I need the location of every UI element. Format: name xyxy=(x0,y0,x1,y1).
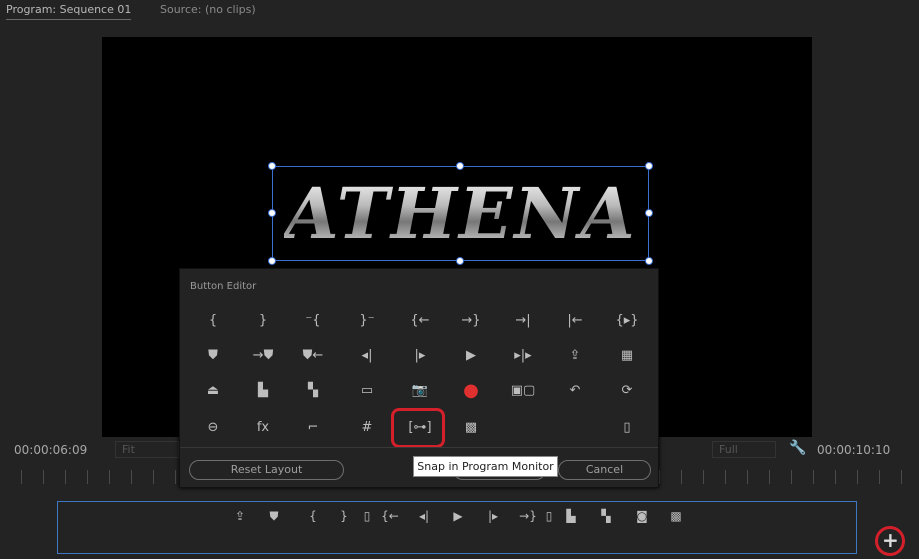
tab-source[interactable]: Source: (no clips) xyxy=(160,3,256,16)
export-icon[interactable]: ⇪ xyxy=(560,345,590,367)
duration-timecode: 00:00:10:10 xyxy=(817,443,891,457)
camera-icon[interactable]: 📷 xyxy=(405,380,435,402)
handle[interactable] xyxy=(645,257,653,265)
insert-icon[interactable]: ▙ xyxy=(558,506,584,526)
comparison-view-icon[interactable]: ▩ xyxy=(456,417,486,439)
add-marker-icon[interactable]: ⛊ xyxy=(261,506,287,526)
play-icon[interactable]: ▶ xyxy=(445,506,471,526)
playhead-timecode[interactable]: 00:00:06:09 xyxy=(14,443,87,457)
go-to-next-marker-icon[interactable]: →⛊ xyxy=(248,345,278,367)
guides-icon[interactable]: # xyxy=(352,417,382,439)
step-forward-icon[interactable]: |▸ xyxy=(480,506,506,526)
handle[interactable] xyxy=(645,209,653,217)
overwrite-icon[interactable]: ▚ xyxy=(593,506,619,526)
vr-video-icon[interactable]: ⊖ xyxy=(198,417,228,439)
zoom-select[interactable]: Fit xyxy=(115,441,179,458)
loop-icon[interactable]: ↶ xyxy=(560,380,590,402)
play-icon[interactable]: ▶ xyxy=(456,345,486,367)
comparison-view-icon[interactable]: ▩ xyxy=(663,506,689,526)
add-marker-icon[interactable]: ⛊ xyxy=(198,345,228,367)
handle[interactable] xyxy=(268,209,276,217)
step-back-icon[interactable]: ◂| xyxy=(352,345,382,367)
handle[interactable] xyxy=(645,162,653,170)
tooltip: Snap in Program Monitor xyxy=(413,456,558,477)
quality-select[interactable]: Full xyxy=(712,441,776,458)
play-in-to-out-icon[interactable]: {▸} xyxy=(612,310,642,332)
insert-icon[interactable]: ▦ xyxy=(612,345,642,367)
go-to-next-edit-icon[interactable]: →| xyxy=(508,310,538,332)
record-icon[interactable]: ● xyxy=(456,380,486,402)
title-text-selection[interactable]: ATHENA xyxy=(272,166,649,261)
handle[interactable] xyxy=(268,162,276,170)
safe-margins-icon[interactable]: ▭ xyxy=(352,380,382,402)
mark-in-icon[interactable]: { xyxy=(198,310,228,332)
add-button[interactable]: + xyxy=(882,528,899,552)
button-editor-dialog: Button Editor {} ⁻{ }⁻ {← →} →| |← {▸} ⛊ →⛊ ⛊← ◂| |▸… xyxy=(179,268,659,488)
rulers-icon[interactable]: ⌐ xyxy=(298,417,328,439)
handle[interactable] xyxy=(268,257,276,265)
mark-in-icon[interactable]: { xyxy=(300,506,326,526)
go-to-in-icon[interactable]: {← xyxy=(377,506,403,526)
multi-camera-icon[interactable]: ▣▢ xyxy=(508,380,538,402)
toggle-proxies-icon[interactable]: ⟳ xyxy=(612,380,642,402)
go-to-prev-edit-icon[interactable]: |← xyxy=(560,310,590,332)
wrench-icon[interactable]: 🔧 xyxy=(789,440,806,456)
divider xyxy=(180,447,658,448)
step-back-icon[interactable]: ◂| xyxy=(411,506,437,526)
go-to-out-icon[interactable]: →} xyxy=(456,310,486,332)
step-forward-icon[interactable]: |▸ xyxy=(405,345,435,367)
handle[interactable] xyxy=(456,257,464,265)
reset-layout-button[interactable]: Reset Layout xyxy=(189,460,344,480)
overwrite-icon[interactable]: ▚ xyxy=(298,380,328,402)
cancel-button[interactable]: Cancel xyxy=(558,460,651,480)
spacer-icon[interactable]: ▯ xyxy=(612,417,642,439)
button-bar: ⇪ ⛊{} ▯ {← ◂| ▶ |▸ →} ▯ ▙ ▚ ◙ ▩ xyxy=(57,501,857,554)
annotation-box xyxy=(391,408,445,448)
clear-out-icon[interactable]: }⁻ xyxy=(352,310,382,332)
lift-icon[interactable]: ⏏ xyxy=(198,380,228,402)
go-to-in-icon[interactable]: {← xyxy=(405,310,435,332)
handle[interactable] xyxy=(456,162,464,170)
mark-out-icon[interactable]: } xyxy=(248,310,278,332)
fx-icon[interactable]: fx xyxy=(248,417,278,439)
dialog-title: Button Editor xyxy=(190,281,257,292)
go-to-prev-marker-icon[interactable]: ⛊← xyxy=(298,345,328,367)
export-icon[interactable]: ⇪ xyxy=(227,506,253,526)
title-text: ATHENA xyxy=(284,172,637,255)
tab-program[interactable]: Program: Sequence 01 xyxy=(6,3,132,20)
extract-icon[interactable]: ▙ xyxy=(248,380,278,402)
camera-icon[interactable]: ◙ xyxy=(629,506,655,526)
clear-in-icon[interactable]: ⁻{ xyxy=(298,310,328,332)
play-around-icon[interactable]: ▸|▸ xyxy=(508,345,538,367)
